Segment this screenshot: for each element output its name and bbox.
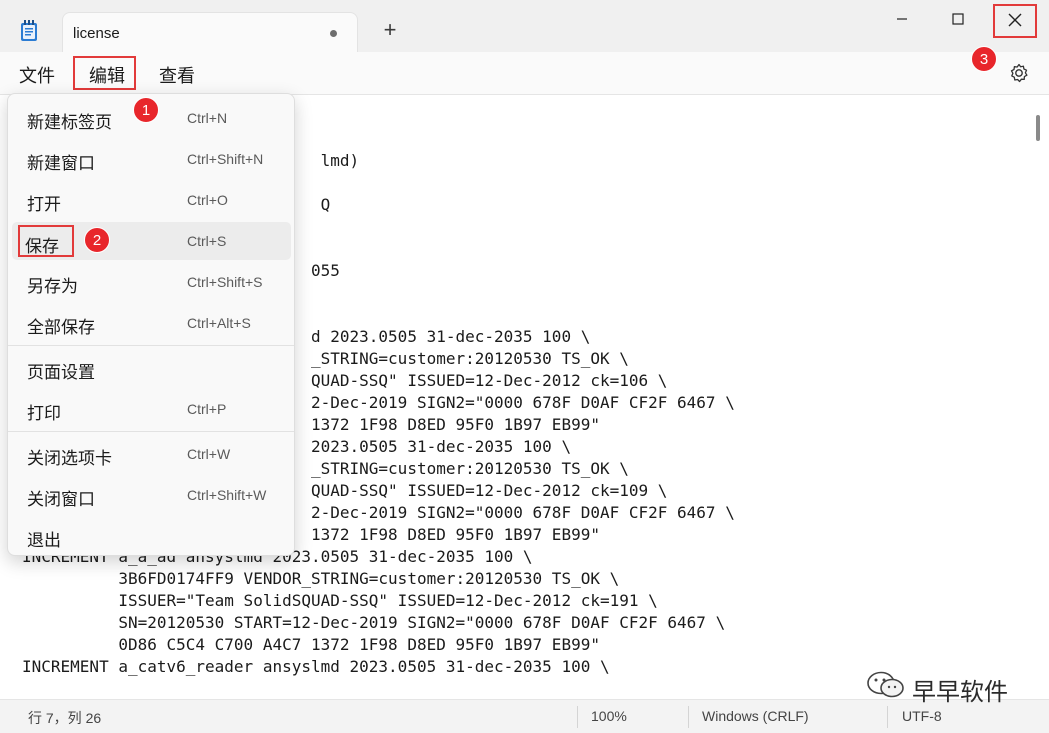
settings-button[interactable]: [1008, 62, 1030, 84]
menu-item-save-as[interactable]: 另存为 Ctrl+Shift+S: [12, 263, 291, 301]
minimize-icon: [897, 18, 907, 20]
tab-license[interactable]: license: [62, 12, 358, 52]
editor-line: SN=20120530 START=12-Dec-2019 SIGN2="000…: [22, 613, 726, 632]
close-icon: [1008, 13, 1022, 27]
menu-item-label: 保存: [25, 237, 59, 256]
callout-badge-3: 3: [971, 46, 997, 72]
callout-badge-1: 1: [133, 97, 159, 123]
status-divider: [887, 706, 888, 728]
tab-title: license: [73, 25, 120, 42]
menu-bar: 文件 编辑 查看: [0, 52, 1049, 94]
watermark: 早早软件: [866, 670, 1008, 706]
editor-line: 0D86 C5C4 C700 A4C7 1372 1F98 D8ED 95F0 …: [22, 635, 600, 654]
menu-item-new-window[interactable]: 新建窗口 Ctrl+Shift+N: [12, 140, 291, 178]
menu-item-label: 全部保存: [27, 318, 95, 337]
menu-item-save-all[interactable]: 全部保存 Ctrl+Alt+S: [12, 304, 291, 342]
new-tab-button[interactable]: +: [378, 18, 402, 42]
menu-item-save[interactable]: 保存 Ctrl+S: [12, 222, 291, 260]
zoom-level[interactable]: 100%: [591, 708, 627, 724]
status-bar: 行 7，列 26 100% Windows (CRLF) UTF-8: [0, 699, 1049, 733]
gear-icon: [1010, 63, 1028, 83]
menu-divider: [8, 345, 294, 346]
scrollbar-thumb[interactable]: [1036, 115, 1040, 141]
title-bar: license +: [0, 0, 1049, 52]
save-highlight-box: 保存: [18, 225, 74, 257]
minimize-button[interactable]: [880, 6, 924, 38]
editor-line: INCREMENT a_catv6_reader ansyslmd 2023.0…: [22, 657, 610, 676]
menu-item-close-tab[interactable]: 关闭选项卡 Ctrl+W: [12, 435, 291, 473]
editor-line: 3B6FD0174FF9 VENDOR_STRING=customer:2012…: [22, 569, 620, 588]
menu-item-label: 关闭窗口: [27, 490, 95, 509]
menu-item-shortcut: Ctrl+Alt+S: [187, 315, 251, 331]
menu-item-shortcut: Ctrl+N: [187, 110, 228, 126]
menu-item-shortcut: Ctrl+Shift+W: [187, 487, 267, 503]
menu-item-label: 另存为: [27, 277, 78, 296]
menu-divider: [8, 431, 294, 432]
unsaved-dot-icon[interactable]: [330, 30, 337, 37]
menu-item-label: 新建标签页: [27, 113, 112, 132]
status-divider: [577, 706, 578, 728]
menu-edit[interactable]: 编辑: [73, 56, 136, 90]
menu-item-shortcut: Ctrl+S: [187, 233, 227, 249]
maximize-button[interactable]: [936, 6, 980, 38]
menu-item-close-window[interactable]: 关闭窗口 Ctrl+Shift+W: [12, 476, 291, 514]
editor-line: ISSUER="Team SolidSQUAD-SSQ" ISSUED=12-D…: [22, 591, 658, 610]
menu-item-shortcut: Ctrl+O: [187, 192, 228, 208]
menu-item-label: 打开: [27, 195, 61, 214]
menu-item-shortcut: Ctrl+Shift+N: [187, 151, 264, 167]
menu-item-page-setup[interactable]: 页面设置: [12, 349, 291, 387]
menu-view[interactable]: 查看: [159, 62, 195, 88]
status-divider: [688, 706, 689, 728]
notepad-icon: [20, 20, 38, 42]
menu-item-label: 新建窗口: [27, 154, 95, 173]
callout-badge-2: 2: [84, 227, 110, 253]
menu-item-shortcut: Ctrl+P: [187, 401, 227, 417]
menu-item-label: 退出: [27, 531, 61, 550]
watermark-text: 早早软件: [912, 679, 1008, 706]
menu-item-label: 关闭选项卡: [27, 449, 112, 468]
edit-dropdown-menu: 新建标签页 Ctrl+N 新建窗口 Ctrl+Shift+N 打开 Ctrl+O…: [7, 93, 295, 556]
menu-item-exit[interactable]: 退出: [12, 517, 291, 555]
menu-item-open[interactable]: 打开 Ctrl+O: [12, 181, 291, 219]
cursor-position: 行 7，列 26: [28, 710, 102, 726]
wechat-icon: [867, 671, 904, 698]
encoding[interactable]: UTF-8: [902, 708, 942, 724]
menu-file[interactable]: 文件: [19, 62, 55, 88]
menu-item-shortcut: Ctrl+W: [187, 446, 231, 462]
menu-item-print[interactable]: 打印 Ctrl+P: [12, 390, 291, 428]
line-ending[interactable]: Windows (CRLF): [702, 708, 809, 724]
menu-item-shortcut: Ctrl+Shift+S: [187, 274, 263, 290]
menu-item-label: 打印: [27, 404, 61, 423]
close-button[interactable]: [993, 4, 1037, 38]
menu-item-label: 页面设置: [27, 363, 95, 382]
maximize-icon: [952, 13, 964, 25]
